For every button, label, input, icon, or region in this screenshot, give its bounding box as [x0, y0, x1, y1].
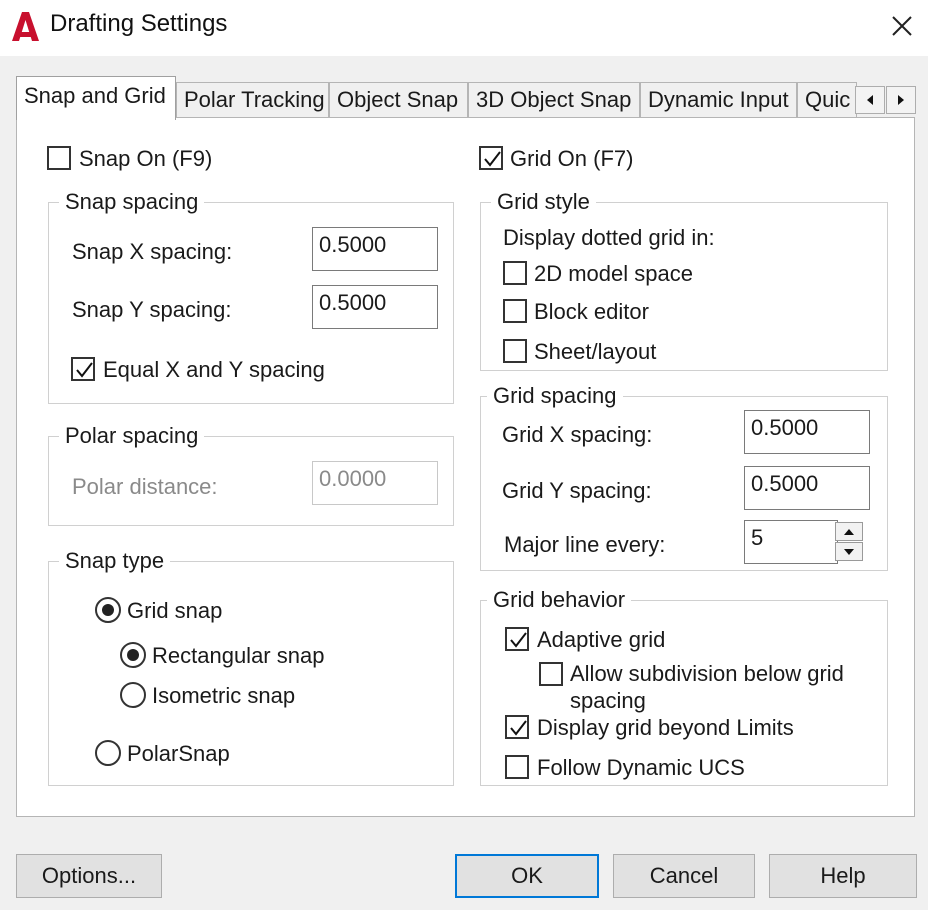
display-beyond-limits-label: Display grid beyond Limits: [537, 715, 794, 740]
follow-dynamic-ucs-label: Follow Dynamic UCS: [537, 755, 745, 780]
polar-spacing-group: Polar spacing Polar distance: 0.0000: [48, 423, 454, 526]
polar-distance-input[interactable]: 0.0000: [312, 461, 438, 505]
checkmark-icon: [510, 720, 527, 736]
snap-x-spacing-label: Snap X spacing:: [72, 239, 233, 264]
equal-xy-spacing-checkbox[interactable]: [71, 357, 95, 381]
grid-x-spacing-label: Grid X spacing:: [502, 422, 653, 447]
tab-strip: Snap and Grid Polar Tracking Object Snap…: [0, 76, 928, 120]
rectangular-snap-label: Rectangular snap: [152, 643, 325, 668]
grid-spacing-group: Grid spacing Grid X spacing: 0.5000 Grid…: [480, 383, 888, 571]
spin-up-button[interactable]: [835, 522, 863, 541]
tab-scroll-right-button[interactable]: [886, 86, 916, 114]
sheet-layout-label: Sheet/layout: [534, 339, 657, 364]
autocad-logo-icon: [10, 10, 40, 42]
grid-behavior-title: Grid behavior: [487, 587, 632, 613]
grid-x-spacing-input[interactable]: 0.5000: [744, 410, 870, 454]
title-bar: Drafting Settings: [0, 0, 928, 56]
snap-on-checkbox[interactable]: [47, 146, 71, 170]
close-button[interactable]: [880, 4, 924, 48]
triangle-up-icon: [844, 528, 854, 535]
grid-style-subtitle: Display dotted grid in:: [503, 225, 715, 250]
polarsnap-label: PolarSnap: [127, 741, 230, 766]
tab-snap-and-grid[interactable]: Snap and Grid: [16, 76, 176, 120]
follow-dynamic-ucs-checkbox[interactable]: [505, 755, 529, 779]
tab-polar-tracking[interactable]: Polar Tracking: [176, 82, 329, 118]
major-line-every-label: Major line every:: [504, 532, 666, 557]
tab-scroll-left-button[interactable]: [855, 86, 885, 114]
adaptive-grid-label: Adaptive grid: [537, 627, 666, 652]
snap-y-spacing-label: Snap Y spacing:: [72, 297, 232, 322]
grid-y-spacing-input[interactable]: 0.5000: [744, 466, 870, 510]
snap-type-group: Snap type Grid snap Rectangular snap Iso…: [48, 548, 454, 786]
tab-dynamic-input[interactable]: Dynamic Input: [640, 82, 797, 118]
tab-quick-properties[interactable]: Quic: [797, 82, 857, 118]
allow-subdivision-label-line2: spacing: [570, 688, 646, 713]
equal-xy-spacing-label: Equal X and Y spacing: [103, 357, 325, 382]
isometric-snap-label: Isometric snap: [152, 683, 296, 708]
block-editor-label: Block editor: [534, 299, 649, 324]
tab-3d-object-snap[interactable]: 3D Object Snap: [468, 82, 640, 118]
spin-down-button[interactable]: [835, 542, 863, 561]
grid-snap-radio[interactable]: [95, 597, 121, 623]
grid-style-title: Grid style: [491, 189, 596, 215]
allow-subdivision-label-line1: Allow subdivision below grid: [570, 661, 844, 686]
polar-distance-label: Polar distance:: [72, 474, 218, 499]
snap-spacing-group: Snap spacing Snap X spacing: 0.5000 Snap…: [48, 189, 454, 404]
snap-type-title: Snap type: [59, 548, 171, 574]
snap-and-grid-panel: Snap On (F9) Grid On (F7) Snap spacing S…: [16, 117, 915, 817]
help-button[interactable]: Help: [769, 854, 917, 898]
allow-subdivision-checkbox[interactable]: [539, 662, 563, 686]
snap-on-label: Snap On (F9): [79, 146, 213, 171]
cancel-button[interactable]: Cancel: [613, 854, 755, 898]
grid-behavior-group: Grid behavior Adaptive grid Allow subdiv…: [480, 587, 888, 786]
sheet-layout-checkbox[interactable]: [503, 339, 527, 363]
model-space-checkbox[interactable]: [503, 261, 527, 285]
caret-left-icon: [867, 95, 873, 105]
model-space-label: 2D model space: [534, 261, 693, 286]
isometric-snap-radio[interactable]: [120, 682, 146, 708]
polar-spacing-title: Polar spacing: [59, 423, 205, 449]
polarsnap-radio[interactable]: [95, 740, 121, 766]
major-line-every-input[interactable]: 5: [744, 520, 838, 564]
checkmark-icon: [76, 362, 93, 378]
grid-y-spacing-label: Grid Y spacing:: [502, 478, 652, 503]
window-title: Drafting Settings: [50, 10, 228, 37]
close-icon: [892, 16, 912, 36]
snap-y-spacing-input[interactable]: 0.5000: [312, 285, 438, 329]
grid-on-label: Grid On (F7): [510, 146, 634, 171]
checkmark-icon: [484, 151, 501, 167]
adaptive-grid-checkbox[interactable]: [505, 627, 529, 651]
display-beyond-limits-checkbox[interactable]: [505, 715, 529, 739]
snap-spacing-title: Snap spacing: [59, 189, 205, 215]
snap-x-spacing-input[interactable]: 0.5000: [312, 227, 438, 271]
triangle-down-icon: [844, 548, 854, 555]
block-editor-checkbox[interactable]: [503, 299, 527, 323]
options-button[interactable]: Options...: [16, 854, 162, 898]
grid-style-group: Grid style Display dotted grid in: 2D mo…: [480, 189, 888, 371]
ok-button[interactable]: OK: [455, 854, 599, 898]
caret-right-icon: [898, 95, 904, 105]
grid-on-checkbox[interactable]: [479, 146, 503, 170]
tab-object-snap[interactable]: Object Snap: [329, 82, 468, 118]
rectangular-snap-radio[interactable]: [120, 642, 146, 668]
grid-spacing-title: Grid spacing: [487, 383, 623, 409]
grid-snap-label: Grid snap: [127, 598, 223, 623]
checkmark-icon: [510, 632, 527, 648]
